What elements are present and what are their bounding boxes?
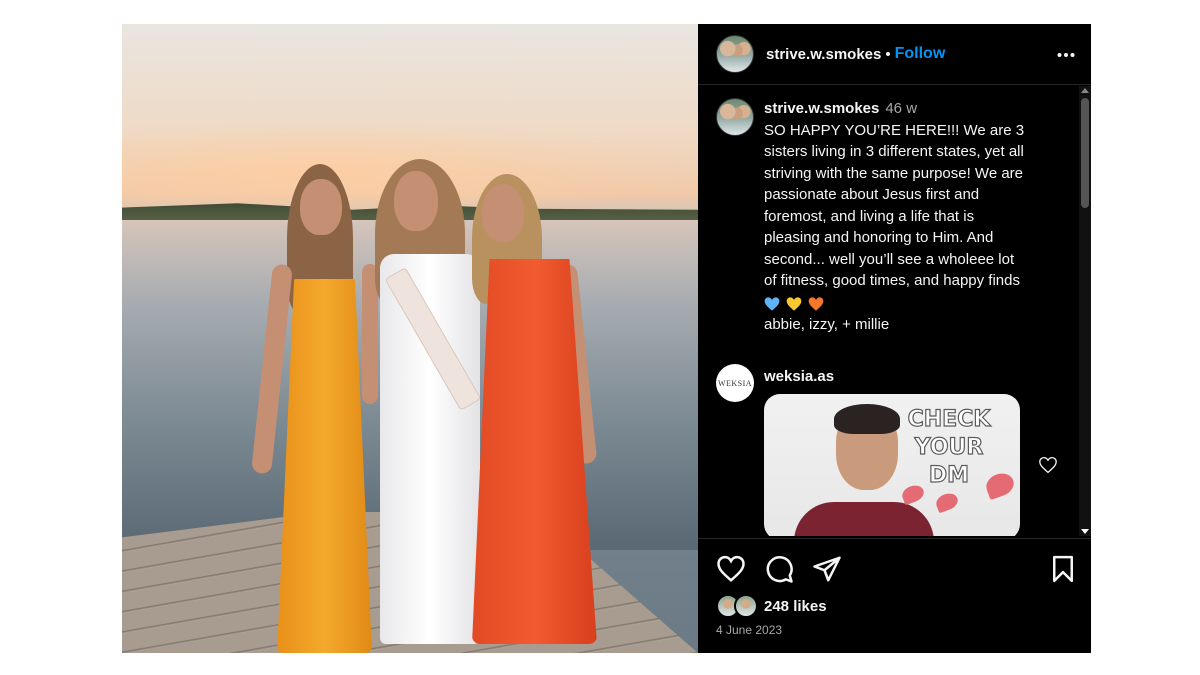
save-icon[interactable] (1048, 554, 1078, 584)
scroll-up-arrow-icon[interactable] (1081, 88, 1089, 93)
scroll-thumb[interactable] (1081, 98, 1089, 208)
post-photo[interactable] (122, 24, 698, 653)
caption-time[interactable]: 46 w (885, 100, 917, 117)
liker-avatar[interactable] (734, 594, 758, 618)
scroll-down-arrow-icon[interactable] (1081, 529, 1089, 534)
caption-text-line: passionate about Jesus first and (764, 186, 980, 203)
caption-text-line: of fitness, good times, and happy finds (764, 272, 1020, 289)
caption-signoff: abbie, izzy, + millie (764, 316, 890, 333)
caption-text-line: foremost, and living a life that is (764, 207, 975, 225)
caption-text-line: sisters living in 3 different states, ye… (764, 143, 1024, 160)
commenter-avatar[interactable]: WEKSIA (716, 364, 754, 402)
likes-count[interactable]: 248 likes (764, 598, 827, 615)
person-white-dress (372, 159, 482, 653)
post-header: strive.w.smokes • Follow (698, 24, 1091, 85)
post-side-panel: strive.w.smokes • Follow strive.w.smokes… (698, 24, 1091, 653)
comments-scrollbar[interactable] (1079, 86, 1091, 536)
comment-gif-image[interactable]: CHECK YOUR DM (764, 394, 1020, 536)
caption-text-line: SO HAPPY YOU’RE HERE!!! We are 3 (764, 121, 1025, 139)
caption-text-line: striving with the same purpose! We are (764, 164, 1024, 182)
person-red-dress (467, 174, 607, 653)
instagram-post: strive.w.smokes • Follow strive.w.smokes… (122, 24, 1091, 653)
caption-author-avatar[interactable] (716, 98, 754, 136)
author-username[interactable]: strive.w.smokes (766, 46, 881, 63)
gif-caption-text: CHECK YOUR DM (907, 406, 991, 488)
share-icon[interactable] (812, 554, 842, 584)
follow-button[interactable]: Follow (895, 45, 946, 63)
comment-like-icon[interactable] (1038, 456, 1058, 474)
like-icon[interactable] (716, 554, 746, 584)
post-actions: 248 likes 4 June 2023 (698, 538, 1091, 653)
yellow-heart-emoji-icon (786, 296, 802, 311)
commenter-username[interactable]: weksia.as (764, 368, 834, 385)
header-separator: • (885, 45, 891, 63)
caption-username[interactable]: strive.w.smokes (764, 100, 879, 117)
comment-icon[interactable] (764, 554, 794, 584)
caption-text-line: pleasing and honoring to Him. And (764, 229, 994, 246)
comments-section[interactable]: strive.w.smokes 46 w SO HAPPY YOU’RE HERE… (698, 86, 1091, 536)
orange-heart-emoji-icon (808, 296, 824, 311)
heart-emojis (764, 293, 1024, 315)
more-options-icon[interactable] (1057, 38, 1075, 64)
caption-comment: strive.w.smokes 46 w SO HAPPY YOU’RE HERE… (716, 98, 1061, 336)
blue-heart-emoji-icon (764, 296, 780, 311)
likes-row[interactable]: 248 likes (716, 594, 827, 618)
post-date[interactable]: 4 June 2023 (716, 623, 782, 637)
caption-text-line: second... well you’ll see a wholeee lot (764, 250, 1015, 268)
author-avatar[interactable] (716, 35, 754, 73)
person-yellow-dress (251, 164, 382, 653)
